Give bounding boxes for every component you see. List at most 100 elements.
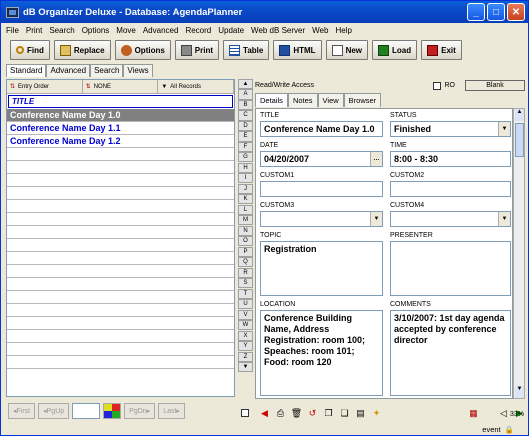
chevron-down-icon[interactable]: ▼ xyxy=(370,212,382,226)
alpha-c[interactable]: C xyxy=(238,110,253,121)
alpha-i[interactable]: I xyxy=(238,173,253,184)
alpha-e[interactable]: E xyxy=(238,131,253,142)
menu-search[interactable]: Search xyxy=(49,26,74,35)
maximize-button[interactable]: □ xyxy=(487,3,505,21)
title-field[interactable]: Conference Name Day 1.0 xyxy=(260,121,383,137)
prev-page-icon[interactable]: ◁ xyxy=(497,407,510,420)
list-item[interactable]: Conference Name Day 1.1 xyxy=(7,122,234,135)
minimize-button[interactable]: _ xyxy=(467,3,485,21)
tab-search[interactable]: Search xyxy=(90,64,124,77)
print-button[interactable]: Print xyxy=(174,40,220,60)
alpha-u[interactable]: U xyxy=(238,299,253,310)
custom3-select[interactable]: ▼ xyxy=(260,211,383,227)
record-number-input[interactable] xyxy=(72,403,101,419)
alpha-d[interactable]: D xyxy=(238,120,253,132)
location-field[interactable]: Conference Building Name, Address Regist… xyxy=(260,310,383,396)
report-icon[interactable]: ▦ xyxy=(467,407,480,420)
copy-icon[interactable]: ❐ xyxy=(322,407,335,420)
custom4-select[interactable]: ▼ xyxy=(390,211,511,227)
printer-icon[interactable]: ⎙ xyxy=(274,407,287,420)
alpha-y[interactable]: Y xyxy=(238,341,253,352)
chevron-down-icon[interactable]: ▼ xyxy=(498,212,510,226)
alpha-q[interactable]: Q xyxy=(238,257,253,268)
alpha-a[interactable]: A xyxy=(238,89,253,100)
alpha-down-button[interactable]: ▼ xyxy=(238,362,253,373)
pgup-button[interactable]: ◂ PgUp xyxy=(38,403,70,419)
alpha-r[interactable]: R xyxy=(238,267,253,278)
trash-icon[interactable]: 🗑 xyxy=(290,407,303,420)
alpha-z[interactable]: Z xyxy=(238,351,253,362)
options-button[interactable]: Options xyxy=(114,40,171,60)
custom2-field[interactable] xyxy=(390,181,511,197)
alpha-b[interactable]: B xyxy=(238,99,253,111)
filter-all-records[interactable]: ▼ All Records xyxy=(158,80,235,93)
scroll-thumb[interactable] xyxy=(515,123,524,157)
alpha-f[interactable]: F xyxy=(238,141,253,152)
list-item[interactable]: Conference Name Day 1.0 xyxy=(7,109,234,122)
pgdn-button[interactable]: PgDn ▸ xyxy=(124,403,156,419)
alpha-x[interactable]: X xyxy=(238,330,253,341)
sort-none[interactable]: ⇅ NONE xyxy=(83,80,159,93)
alpha-m[interactable]: M xyxy=(238,215,253,226)
menu-web[interactable]: Web xyxy=(312,26,328,35)
last-button[interactable]: Last ▸ xyxy=(158,403,185,419)
menu-file[interactable]: File xyxy=(6,26,19,35)
close-button[interactable]: ✕ xyxy=(507,3,525,21)
alpha-v[interactable]: V xyxy=(238,309,253,320)
scroll-down-icon[interactable]: ▼ xyxy=(515,386,524,398)
alpha-o[interactable]: O xyxy=(238,236,253,247)
html-button[interactable]: HTML xyxy=(273,40,322,60)
paste-icon[interactable]: ❑ xyxy=(338,407,351,420)
presenter-field[interactable] xyxy=(390,241,511,296)
exit-button[interactable]: Exit xyxy=(421,40,462,60)
sort-entry-order[interactable]: ⇅ Entry Order xyxy=(7,80,83,93)
topic-field[interactable]: Registration xyxy=(260,241,383,296)
list-item[interactable]: Conference Name Day 1.2 xyxy=(7,135,234,148)
date-field[interactable]: 04/20/2007… xyxy=(260,151,383,167)
tab-views[interactable]: Views xyxy=(123,64,153,77)
date-picker-icon[interactable]: … xyxy=(370,152,382,166)
alpha-t[interactable]: T xyxy=(238,288,253,299)
scroll-up-icon[interactable]: ▲ xyxy=(515,109,524,121)
tab-details[interactable]: Details xyxy=(255,93,288,107)
chevron-down-icon[interactable]: ▼ xyxy=(498,122,510,136)
load-button[interactable]: Load xyxy=(372,40,418,60)
menu-move[interactable]: Move xyxy=(116,26,136,35)
comments-field[interactable]: 3/10/2007: 1st day agenda accepted by co… xyxy=(390,310,511,396)
back-arrow-icon[interactable]: ◀ xyxy=(258,407,271,420)
alpha-n[interactable]: N xyxy=(238,225,253,236)
alpha-w[interactable]: W xyxy=(238,320,253,331)
time-field[interactable]: 8:00 - 8:30 xyxy=(390,151,511,167)
blank-button[interactable]: Blank xyxy=(465,80,525,91)
menu-web-db-server[interactable]: Web dB Server xyxy=(251,26,305,35)
tab-notes[interactable]: Notes xyxy=(287,93,318,107)
custom1-field[interactable] xyxy=(260,181,383,197)
alpha-up-button[interactable]: ▲ xyxy=(238,79,253,90)
alpha-j[interactable]: J xyxy=(238,183,253,194)
alpha-k[interactable]: K xyxy=(238,194,253,205)
alpha-p[interactable]: P xyxy=(238,246,253,257)
menu-options[interactable]: Options xyxy=(82,26,110,35)
alpha-s[interactable]: S xyxy=(238,278,253,289)
undo-icon[interactable]: ↺ xyxy=(306,407,319,420)
mark-checkbox[interactable] xyxy=(241,409,249,417)
status-select[interactable]: Finished ▼ xyxy=(390,121,511,137)
color-icon[interactable] xyxy=(103,403,122,419)
menu-update[interactable]: Update xyxy=(218,26,244,35)
menu-help[interactable]: Help xyxy=(335,26,351,35)
menu-record[interactable]: Record xyxy=(185,26,211,35)
alpha-l[interactable]: L xyxy=(238,204,253,215)
table-button[interactable]: Table xyxy=(223,40,270,60)
tab-browser[interactable]: Browser xyxy=(343,93,382,107)
replace-button[interactable]: Replace xyxy=(53,40,111,60)
first-button[interactable]: ◂ First xyxy=(8,403,36,419)
find-button[interactable]: Find xyxy=(10,40,50,60)
alpha-g[interactable]: G xyxy=(238,152,253,163)
form-icon[interactable]: ▤ xyxy=(354,407,367,420)
menu-print[interactable]: Print xyxy=(26,26,42,35)
menu-advanced[interactable]: Advanced xyxy=(143,26,179,35)
new-button[interactable]: New xyxy=(325,40,369,60)
detail-scrollbar[interactable]: ▲ ▼ xyxy=(513,108,525,399)
ro-checkbox[interactable] xyxy=(432,81,441,90)
tab-view[interactable]: View xyxy=(317,93,344,107)
